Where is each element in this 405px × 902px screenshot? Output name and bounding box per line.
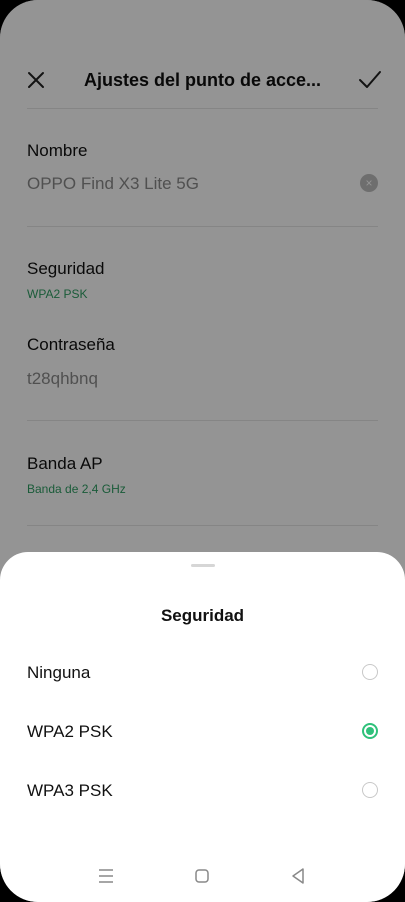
home-icon[interactable] — [190, 864, 214, 888]
option-label: WPA3 PSK — [27, 781, 113, 800]
radio-button-selected[interactable] — [362, 723, 378, 739]
phone-screen: 10:00 Ajustes del punto de acce... Nombr… — [0, 0, 405, 902]
option-label: Ninguna — [27, 663, 91, 682]
option-wpa3-psk[interactable]: WPA3 PSK — [0, 764, 405, 822]
back-icon[interactable] — [286, 864, 310, 888]
system-nav-bar — [0, 862, 405, 894]
option-ninguna[interactable]: Ninguna — [0, 646, 405, 704]
option-label: WPA2 PSK — [27, 722, 113, 741]
radio-button[interactable] — [362, 782, 378, 798]
menu-icon[interactable] — [94, 864, 118, 888]
option-wpa2-psk[interactable]: WPA2 PSK — [0, 705, 405, 763]
radio-button[interactable] — [362, 664, 378, 680]
sheet-title: Seguridad — [160, 606, 245, 625]
drag-handle[interactable] — [191, 564, 215, 567]
security-bottom-sheet: Seguridad Ninguna WPA2 PSK WPA3 PSK — [0, 552, 405, 902]
